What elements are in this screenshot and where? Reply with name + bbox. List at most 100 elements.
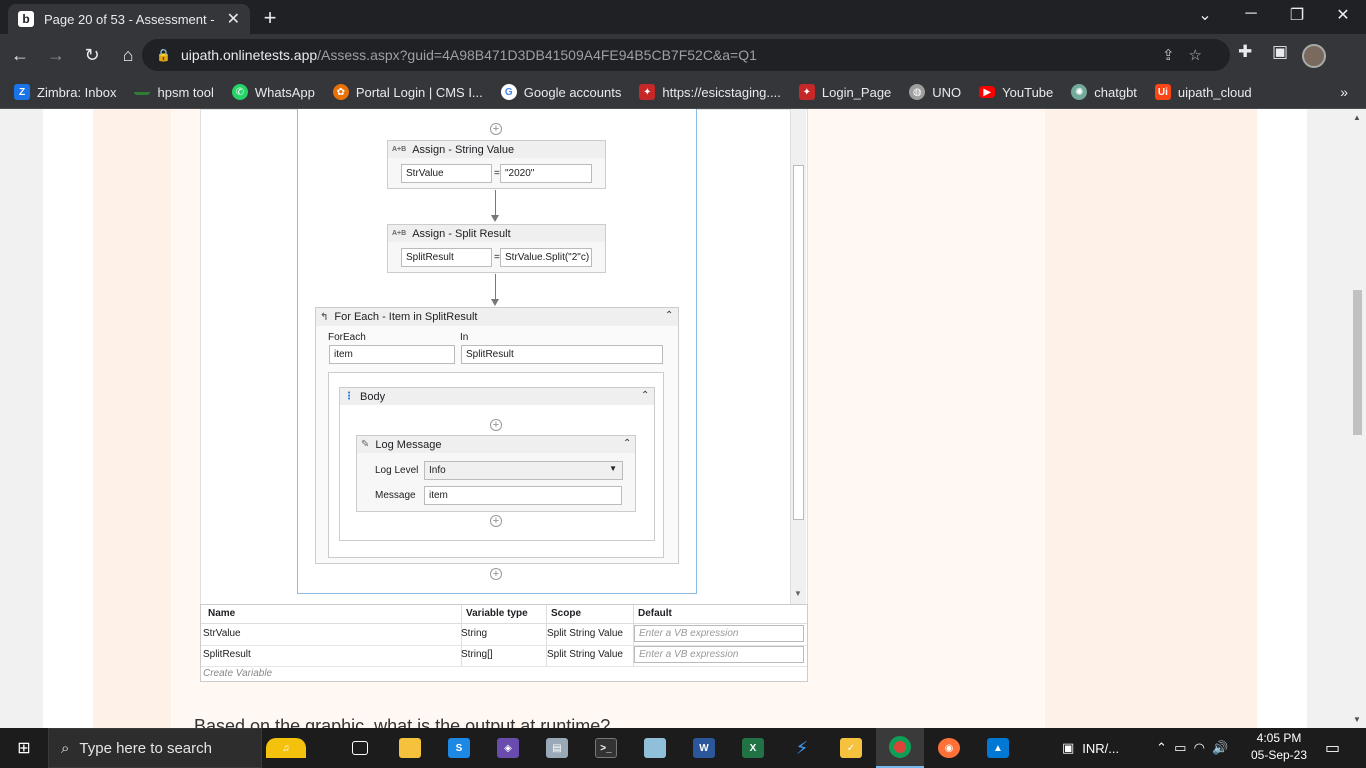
reload-icon[interactable]: ↻ [76,45,108,66]
bookmarks-bar: Z Zimbra: Inbox hpsm tool ✆ WhatsApp ✿ Port… [0,76,1366,109]
windows-start-icon[interactable]: ⊞ [0,728,48,768]
page-scrollbar[interactable]: ▲ ▼ [1349,109,1366,728]
esic-icon: ✦ [639,84,656,100]
bookmark-google-accounts[interactable]: G Google accounts [500,84,621,100]
app-s-icon[interactable]: S [435,728,483,768]
bookmark-whatsapp[interactable]: ✆ WhatsApp [231,84,315,100]
assign2-value-field: StrValue.Split("2"c) [500,248,592,267]
clock-date: 05-Sep-23 [1250,748,1308,762]
tab-favicon-icon: b [18,11,34,27]
bookmark-zimbra[interactable]: Z Zimbra: Inbox [14,84,116,100]
currency-widget[interactable]: ▣ INR/... [1062,728,1119,768]
row-divider [201,666,807,667]
add-activity-plus-icon: + [490,515,502,527]
hpsm-icon [134,89,151,95]
globe-icon: ◍ [909,84,926,100]
system-tray-icons[interactable]: ⌃ ▭ ◠ 🔊 [1156,728,1228,768]
var1-scope: Split String Value [547,628,623,639]
page-viewport: ▼ + A+B Assign - String Value StrValue = … [0,109,1366,728]
extensions-puzzle-icon[interactable]: ✚ [1238,42,1252,62]
minimize-button[interactable]: ─ [1236,5,1266,23]
app-screen-icon[interactable]: ▤ [533,728,581,768]
page-scroll-thumb[interactable] [1353,290,1362,435]
assign-icon: A+B [392,230,407,237]
in-label: In [460,332,469,343]
app-tile-icon[interactable] [631,728,679,768]
var2-default: Enter a VB expression [634,646,804,663]
right-panel [1045,109,1257,728]
power-automate-icon[interactable]: ⚡ [778,728,826,768]
forward-arrow-icon[interactable]: → [40,45,72,66]
tab-title: Page 20 of 53 - Assessment - UiP [44,11,219,27]
lock-icon: 🔒 [156,48,171,62]
create-variable: Create Variable [203,668,273,679]
bookmark-youtube[interactable]: ▶ YouTube [979,85,1053,100]
new-tab-button[interactable]: + [258,5,282,31]
scroll-down-arrow-icon[interactable]: ▼ [1353,715,1361,724]
variables-panel: Name Variable type Scope Default StrValu… [200,604,808,682]
profile-avatar[interactable] [1302,44,1326,68]
back-arrow-icon[interactable]: ← [4,45,36,66]
close-window-button[interactable]: ✕ [1328,5,1358,25]
home-icon[interactable]: ⌂ [112,45,144,66]
collapse-chevron-icon: ⌃ [641,390,650,401]
folder-icon[interactable]: ✓ [827,728,875,768]
whatsapp-icon: ✆ [231,84,248,100]
bookmark-esic-staging[interactable]: ✦ https://esicstaging.... [639,84,781,100]
restore-button[interactable]: ❐ [1282,5,1312,25]
bookmark-hpsm[interactable]: hpsm tool [134,85,214,100]
excel-icon[interactable]: X [729,728,777,768]
photos-icon[interactable]: ▲ [974,728,1022,768]
address-bar[interactable]: 🔒 uipath.onlinetests.app/Assess.aspx?gui… [142,39,1230,71]
browser-tab[interactable]: b Page 20 of 53 - Assessment - UiP ✕ [8,4,250,34]
col-type-header: Variable type [466,608,528,619]
search-placeholder: Type here to search [79,739,212,757]
bookmark-uipath-cloud[interactable]: Ui uipath_cloud [1154,84,1252,100]
search-highlight-icon[interactable]: ♫ [262,728,310,768]
firefox-icon[interactable]: ◉ [925,728,973,768]
taskbar-search-box[interactable]: ⌕ Type here to search [48,728,262,768]
task-view-icon[interactable] [336,728,384,768]
chrome-icon[interactable] [876,728,924,768]
tab-search-chevron-icon[interactable]: ⌄ [1190,5,1220,25]
question-text: Based on the graphic, what is the output… [194,716,611,728]
sequence-icon: ⋮ [344,391,354,402]
flow-arrow [495,274,496,299]
browser-titlebar: b Page 20 of 53 - Assessment - UiP ✕ + ⌄… [0,0,1366,34]
var1-name: StrValue [203,628,241,639]
bookmarks-overflow-icon[interactable]: » [1340,84,1348,100]
bookmark-portal-login[interactable]: ✿ Portal Login | CMS I... [332,84,483,100]
bookmark-login-page[interactable]: ✦ Login_Page [798,84,891,100]
foreach-label: ForEach [328,332,366,343]
designer-scrollbar: ▼ [790,109,806,604]
zimbra-icon: Z [14,84,30,100]
app-hex-icon[interactable]: ◈ [484,728,532,768]
assign2-to-field: SplitResult [401,248,492,267]
scroll-up-arrow-icon[interactable]: ▲ [1353,113,1361,122]
bookmark-chatgbt[interactable]: ✺ chatgbt [1071,84,1137,100]
tab-close-icon[interactable]: ✕ [227,9,240,29]
file-explorer-icon[interactable] [386,728,434,768]
uipath-icon: Ui [1154,84,1171,100]
terminal-icon[interactable]: >_ [582,728,630,768]
side-panel-icon[interactable]: ▣ [1272,42,1288,62]
arrow-head [491,299,499,306]
share-bookmark-icons[interactable]: ⇪☆ [1162,46,1216,64]
log-title: Log Message [375,438,442,451]
log-level-label: Log Level [375,465,419,476]
arrow-head [491,215,499,222]
clock-time: 4:05 PM [1256,731,1302,745]
word-icon[interactable]: W [680,728,728,768]
message-label: Message [375,490,416,501]
notifications-icon[interactable]: ▭ [1325,728,1340,768]
system-clock[interactable]: 4:05 PM 05-Sep-23 [1246,730,1312,764]
windows-taskbar: ⊞ ⌕ Type here to search ♫ S ◈ ▤ >_ W X ⚡… [0,728,1366,768]
bookmark-uno[interactable]: ◍ UNO [909,84,961,100]
in-collection-field: SplitResult [461,345,663,364]
foreach-variable-field: item [329,345,455,364]
dropdown-arrow-icon: ▼ [609,464,617,473]
url-host: uipath.onlinetests.app [180,47,318,63]
assign2-equals: = [494,252,500,263]
chatgpt-icon: ✺ [1071,84,1088,100]
flow-arrow [495,190,496,215]
